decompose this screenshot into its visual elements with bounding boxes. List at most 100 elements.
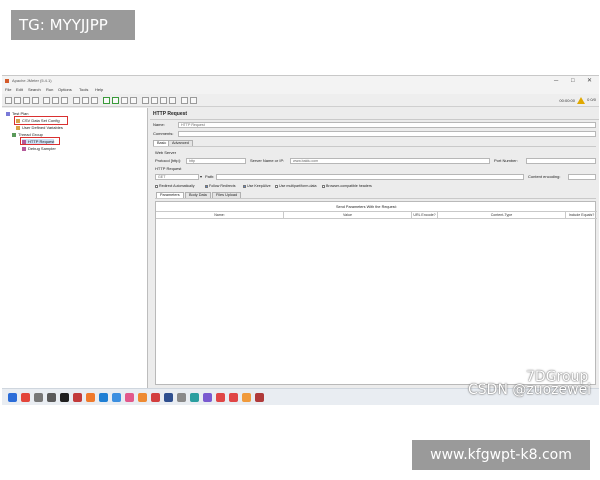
menu-options[interactable]: Options (58, 86, 72, 94)
watermark-source: CSDN @zuozewei (468, 382, 592, 398)
top-tag: TG: MYYJJPP (11, 10, 135, 40)
path-field[interactable] (216, 174, 524, 180)
vscode-icon[interactable] (99, 393, 108, 402)
menu-search[interactable]: Search (28, 86, 41, 94)
keepalive-checkbox[interactable]: Use KeepAlive (243, 183, 271, 189)
http-request-title: HTTP Request (155, 166, 182, 171)
checkbox-checked-icon (205, 184, 208, 188)
save-icon[interactable] (32, 97, 39, 104)
server-label: Server Name or IP: (250, 158, 285, 163)
sampler-icon (22, 146, 26, 151)
parameters-table: Send Parameters With the Request: Name: … (155, 201, 597, 385)
camera-icon[interactable] (47, 393, 56, 402)
clear-icon[interactable] (142, 97, 149, 104)
window-title: Apache JMeter (5.4.1) (12, 78, 52, 83)
chevron-down-icon[interactable]: ▾ (200, 174, 202, 180)
watermark: 7DGroup CSDN @zuozewei (466, 369, 592, 408)
toolbar: 00:00:00 0 0/0 (2, 94, 599, 107)
app-orange-icon[interactable] (138, 393, 147, 402)
server-field[interactable]: www.baidu.com (290, 158, 490, 164)
test-plan-icon (6, 111, 10, 116)
open-icon[interactable] (23, 97, 30, 104)
collapse-icon[interactable] (82, 97, 89, 104)
highlight-box-csv (14, 116, 68, 125)
chrome-icon[interactable] (21, 393, 30, 402)
follow-redirects-checkbox[interactable]: Follow Redirects (205, 183, 236, 189)
comments-field[interactable] (178, 131, 596, 137)
multipart-checkbox[interactable]: Use multipart/form-data (275, 183, 317, 189)
redirect-auto-checkbox[interactable]: Redirect Automatically (155, 183, 195, 189)
copy-icon[interactable] (52, 97, 59, 104)
checkbox-unchecked-icon (155, 184, 158, 188)
close-icon[interactable]: ✕ (587, 76, 592, 86)
new-icon[interactable] (5, 97, 12, 104)
header-bottom-divider (156, 218, 597, 219)
app-orange2-icon[interactable] (242, 393, 251, 402)
app-violet-icon[interactable] (203, 393, 212, 402)
jmeter-screenshot: Apache JMeter (5.4.1) ─ □ ✕ File Edit Se… (2, 75, 599, 405)
method-select[interactable]: GET (155, 174, 199, 180)
start-icon[interactable] (8, 393, 17, 402)
cut-icon[interactable] (43, 97, 50, 104)
clear-all-icon[interactable] (151, 97, 158, 104)
stop-icon[interactable] (121, 97, 128, 104)
pen-icon[interactable] (73, 393, 82, 402)
http-request-panel: HTTP Request Name: HTTP Request Comments… (150, 108, 599, 388)
pen2-icon[interactable] (255, 393, 264, 402)
browser-headers-checkbox[interactable]: Browser-compatible headers (322, 183, 372, 189)
wechat-icon (494, 372, 508, 382)
path-label: Path: (205, 174, 215, 179)
app-gray-icon[interactable] (177, 393, 186, 402)
thread-count: 0 0/0 (587, 97, 596, 102)
encoding-field[interactable] (568, 174, 596, 180)
tree-node-debug-sampler[interactable]: Debug Sampler (22, 146, 56, 152)
search-icon[interactable] (34, 393, 43, 402)
app-dark-icon[interactable] (164, 393, 173, 402)
menu-help[interactable]: Help (95, 86, 103, 94)
menu-tools[interactable]: Tools (79, 86, 88, 94)
port-field[interactable] (526, 158, 596, 164)
title-bar: Apache JMeter (5.4.1) ─ □ ✕ (2, 76, 599, 86)
start-icon[interactable] (103, 97, 110, 104)
tree-node-user-defined-variables[interactable]: User Defined Variables (16, 125, 63, 131)
maximize-icon[interactable]: □ (571, 76, 575, 86)
divider (150, 119, 599, 120)
function-helper-icon[interactable] (181, 97, 188, 104)
terminal-icon[interactable] (60, 393, 69, 402)
search-icon[interactable] (160, 97, 167, 104)
params-caption: Send Parameters With the Request: (336, 205, 397, 209)
templates-icon[interactable] (14, 97, 21, 104)
menu-file[interactable]: File (5, 86, 11, 94)
jmeter-app-icon (5, 79, 9, 83)
menu-run[interactable]: Run (46, 86, 53, 94)
protocol-label: Protocol [http]: (155, 158, 181, 163)
start-no-pause-icon[interactable] (112, 97, 119, 104)
web-server-title: Web Server (155, 150, 177, 155)
menu-bar: File Edit Search Run Options Tools Help (2, 86, 599, 94)
warning-icon[interactable] (577, 97, 585, 104)
name-field[interactable]: HTTP Request (178, 122, 596, 128)
expand-icon[interactable] (73, 97, 80, 104)
paste-icon[interactable] (61, 97, 68, 104)
shutdown-icon[interactable] (130, 97, 137, 104)
postman-icon[interactable] (86, 393, 95, 402)
minimize-icon[interactable]: ─ (554, 76, 558, 86)
app-blue-icon[interactable] (112, 393, 121, 402)
app-red-icon[interactable] (151, 393, 160, 402)
tab-divider (153, 146, 596, 147)
comments-label: Comments: (153, 131, 174, 136)
menu-edit[interactable]: Edit (16, 86, 23, 94)
wps-icon[interactable] (229, 393, 238, 402)
name-label: Name: (153, 122, 165, 127)
protocol-field[interactable]: http (186, 158, 246, 164)
test-plan-tree: Test Plan CSV Data Set Config User Defin… (2, 108, 148, 388)
port-label: Port Number: (494, 158, 518, 163)
reset-search-icon[interactable] (169, 97, 176, 104)
help-icon[interactable] (190, 97, 197, 104)
app-pink-icon[interactable] (125, 393, 134, 402)
highlight-box-http (20, 137, 60, 145)
panel-title: HTTP Request (153, 111, 188, 117)
toggle-icon[interactable] (91, 97, 98, 104)
app-teal-icon[interactable] (190, 393, 199, 402)
app-red2-icon[interactable] (216, 393, 225, 402)
